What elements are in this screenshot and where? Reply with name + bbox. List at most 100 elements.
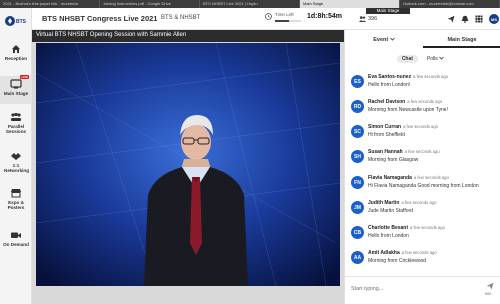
viewer-count-value: 396 bbox=[368, 16, 378, 22]
home-icon bbox=[12, 45, 20, 53]
sidebar-item-label: 1:1 Networking bbox=[4, 163, 30, 173]
panel-tabs: Event Main Stage bbox=[345, 34, 500, 48]
message-author[interactable]: Rachel Davison bbox=[368, 99, 405, 105]
sidebar-item-on-demand[interactable]: On Demand bbox=[0, 230, 32, 247]
subtab-polls-label: Polls bbox=[426, 56, 438, 62]
tab-main-stage-label: Main Stage bbox=[447, 37, 477, 43]
message-time: a few seconds ago bbox=[413, 175, 449, 180]
sidebar-item-label: Main Stage bbox=[3, 91, 29, 96]
sidebar-item-parallel-sessions[interactable]: Parallel Sessions bbox=[0, 112, 32, 134]
tab-event-label: Event bbox=[373, 37, 389, 43]
bell-icon[interactable] bbox=[461, 15, 469, 23]
people-icon bbox=[359, 16, 366, 22]
message-text: Hello from London bbox=[368, 233, 409, 239]
chat-message: CB Charlotte Besant a few seconds ago Hel… bbox=[351, 225, 499, 247]
sidebar-item-main-stage[interactable]: LIVE Main Stage bbox=[0, 75, 32, 104]
sidebar-item-label: Reception bbox=[4, 56, 28, 61]
chat-input[interactable] bbox=[351, 284, 471, 294]
message-text: Hi from Sheffield bbox=[368, 132, 405, 138]
sidebar: BTS Reception LIVE Main Stage Parallel S… bbox=[0, 8, 32, 304]
browser-tab[interactable]: BTS NHSBT Live 2021 | Hopin bbox=[200, 0, 300, 8]
speaker-video-frame bbox=[36, 43, 340, 286]
message-text: Morning from Cricklewood bbox=[368, 258, 427, 264]
char-limit: 500 bbox=[485, 292, 492, 296]
time-left-label: Time Left bbox=[275, 12, 294, 17]
avatar[interactable]: AA bbox=[351, 251, 364, 264]
chevron-down-icon bbox=[439, 56, 444, 60]
chat-subtabs: Chat Polls bbox=[345, 55, 500, 63]
live-badge: LIVE bbox=[20, 75, 29, 79]
event-title: BTS NHSBT Congress Live 2021 bbox=[42, 14, 158, 23]
message-time: a few seconds ago bbox=[404, 149, 440, 154]
top-header: BTS NHSBT Congress Live 2021 BTS & NHSBT… bbox=[32, 8, 500, 30]
browser-tab[interactable]: Joining Instructions.pdf - Google Drive bbox=[100, 0, 200, 8]
message-author[interactable]: Simon Curran bbox=[368, 124, 401, 130]
message-text: Jude Martin Stafford bbox=[368, 208, 413, 214]
clock-icon bbox=[265, 13, 272, 20]
avatar[interactable]: FN bbox=[351, 176, 364, 189]
user-avatar: MS bbox=[489, 14, 499, 24]
avatar[interactable]: RD bbox=[351, 100, 364, 113]
sidebar-item-label: On Demand bbox=[3, 242, 29, 247]
event-logo[interactable]: BTS bbox=[5, 14, 27, 28]
sidebar-item-expo[interactable]: Expo & Posters bbox=[0, 188, 32, 210]
message-text: Morning from Glasgow bbox=[368, 157, 419, 163]
chevron-down-icon bbox=[389, 37, 395, 41]
tab-main-stage[interactable]: Main Stage bbox=[423, 34, 500, 48]
chat-message: JM Judith Martin a few seconds ago Jude M… bbox=[351, 200, 499, 222]
message-time: a few seconds ago bbox=[410, 225, 445, 230]
message-author[interactable]: Eva Santos-nunez bbox=[368, 74, 411, 80]
expo-icon bbox=[11, 189, 21, 198]
header-actions: MS bbox=[447, 14, 500, 24]
video-caption-bar: Virtual BTS NHSBT Opening Session with S… bbox=[32, 30, 344, 42]
sidebar-item-label: Expo & Posters bbox=[7, 200, 25, 210]
avatar[interactable]: SH bbox=[351, 150, 364, 163]
time-left-progress bbox=[275, 20, 301, 22]
avatar[interactable]: ES bbox=[351, 75, 364, 88]
browser-tab[interactable]: Outlook.com - mureeetab@hotmail.com bbox=[400, 0, 500, 8]
message-text: Morning from Newcastle upon Tyne! bbox=[368, 107, 448, 113]
chat-message: SC Simon Curran a few seconds ago Hi from… bbox=[351, 124, 499, 146]
stage-icon bbox=[10, 79, 22, 89]
networking-icon bbox=[11, 153, 21, 160]
video-player[interactable] bbox=[36, 43, 340, 286]
message-time: a few seconds ago bbox=[401, 250, 437, 255]
subtab-chat[interactable]: Chat bbox=[396, 55, 418, 63]
sidebar-item-networking[interactable]: 1:1 Networking bbox=[0, 151, 32, 173]
viewer-count: 396 bbox=[359, 16, 377, 22]
avatar[interactable]: SC bbox=[351, 125, 364, 138]
message-time: a few seconds ago bbox=[401, 200, 437, 205]
message-author[interactable]: Amit Adlakha bbox=[368, 250, 400, 256]
svg-text:BTS: BTS bbox=[16, 19, 27, 25]
subtab-polls[interactable]: Polls bbox=[422, 55, 449, 63]
browser-tab[interactable]: 2021 - Bushra's free paper link - mureee… bbox=[0, 0, 100, 8]
chat-message: SH Susan Hannah a few seconds ago Morning… bbox=[351, 149, 499, 171]
sidebar-item-reception[interactable]: Reception bbox=[0, 44, 32, 61]
send-icon[interactable] bbox=[486, 282, 494, 290]
user-menu[interactable]: MS bbox=[489, 14, 500, 24]
send-icon[interactable] bbox=[447, 15, 455, 23]
grid-icon[interactable] bbox=[475, 15, 483, 23]
message-text: Hi Flavia Namaganda Good morning from Lo… bbox=[368, 183, 479, 189]
avatar[interactable]: CB bbox=[351, 226, 364, 239]
message-time: a few seconds ago bbox=[407, 99, 443, 104]
chat-message: FN Flavia Namaganda a few seconds ago Hi … bbox=[351, 175, 499, 197]
chat-message: AA Amit Adlakha a few seconds ago Morning… bbox=[351, 250, 499, 272]
organizer-name[interactable]: BTS & NHSBT bbox=[161, 15, 200, 21]
chat-message: RD Rachel Davison a few seconds ago Morni… bbox=[351, 99, 499, 121]
message-time: a few seconds ago bbox=[403, 124, 438, 129]
message-author[interactable]: Flavia Namaganda bbox=[368, 175, 412, 181]
message-author[interactable]: Charlotte Besant bbox=[368, 225, 408, 231]
message-author[interactable]: Judith Martin bbox=[368, 200, 399, 206]
message-author[interactable]: Susan Hannah bbox=[368, 149, 403, 155]
browser-tab-active[interactable]: Main Stage bbox=[300, 0, 400, 8]
browser-tab-strip: 2021 - Bushra's free paper link - mureee… bbox=[0, 0, 500, 8]
stage-title: Main Stage bbox=[366, 8, 410, 14]
side-panel: Event Main Stage Chat Polls ES Eva Santo… bbox=[344, 30, 500, 304]
avatar[interactable]: JM bbox=[351, 201, 364, 214]
time-left-value: 1d:8h:54m bbox=[307, 13, 343, 20]
video-camera-icon bbox=[11, 232, 21, 238]
sidebar-item-label: Parallel Sessions bbox=[5, 124, 27, 134]
video-area: Virtual BTS NHSBT Opening Session with S… bbox=[32, 30, 344, 304]
tab-event[interactable]: Event bbox=[345, 34, 423, 48]
